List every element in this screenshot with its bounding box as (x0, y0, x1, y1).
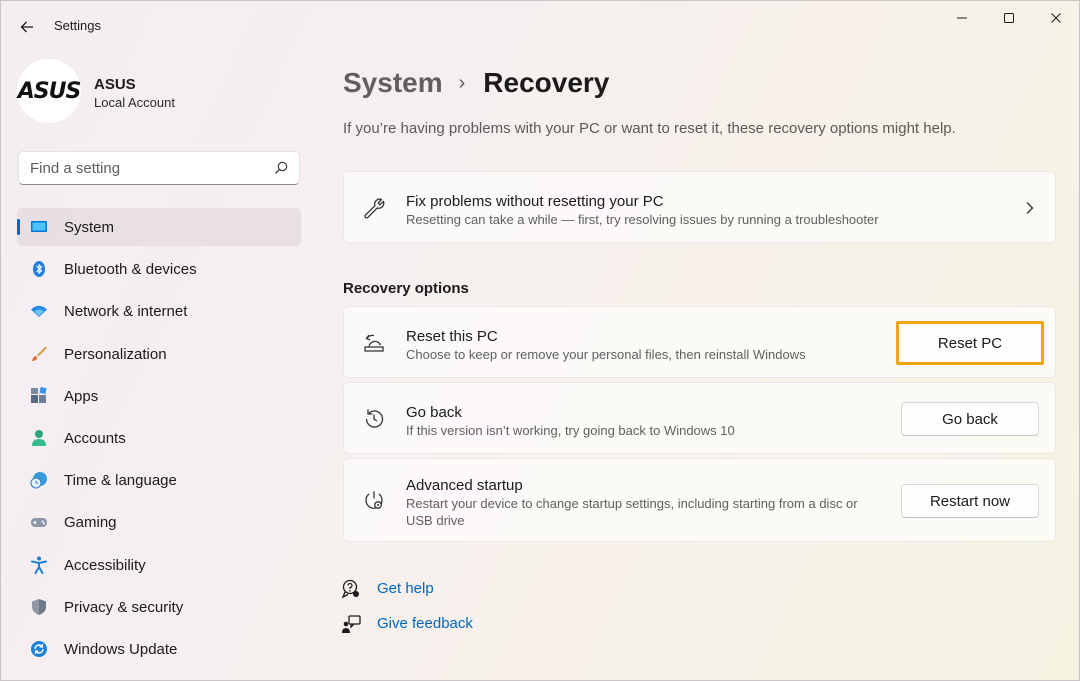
get-help-link[interactable]: Get help (341, 577, 481, 601)
accessibility-icon (31, 556, 47, 574)
sidebar-item-system[interactable]: System (17, 208, 301, 246)
sidebar-item-accounts[interactable]: Accounts (17, 419, 301, 457)
person-icon (32, 429, 46, 446)
brush-icon (32, 346, 47, 361)
recovery-options-heading: Recovery options (343, 280, 469, 297)
wifi-icon (31, 306, 47, 318)
clock-globe-icon (30, 472, 47, 489)
shield-icon (32, 598, 46, 615)
sidebar-item-network[interactable]: Network & internet (17, 292, 301, 330)
apps-icon (31, 386, 47, 403)
sidebar-item-label: Time & language (64, 472, 177, 490)
give-feedback-label: Give feedback (377, 615, 473, 632)
history-icon (365, 409, 384, 428)
get-help-label: Get help (377, 580, 434, 597)
page-title: Recovery (483, 67, 610, 98)
wrench-icon (364, 198, 385, 219)
restart-now-button[interactable]: Restart now (901, 484, 1039, 518)
bluetooth-icon (33, 261, 45, 278)
help-chat-icon (341, 579, 359, 599)
page-description: If you’re having problems with your PC o… (343, 120, 956, 137)
sidebar-item-label: Apps (64, 387, 99, 405)
arrow-left-icon (20, 21, 33, 33)
search-placeholder: Find a setting (30, 160, 121, 177)
fix-problems-title: Fix problems without resetting your PC (406, 193, 664, 210)
go-back-button[interactable]: Go back (901, 402, 1039, 436)
sidebar-item-bluetooth[interactable]: Bluetooth & devices (17, 250, 301, 288)
reset-pc-subtitle: Choose to keep or remove your personal f… (406, 347, 806, 362)
reset-pc-button[interactable]: Reset PC (896, 321, 1044, 365)
profile-account-type: Local Account (94, 95, 175, 110)
minimize-button[interactable] (939, 5, 985, 31)
sidebar-item-label: Personalization (64, 345, 167, 363)
go-back-title: Go back (406, 404, 462, 421)
sidebar-item-label: Windows Update (64, 640, 178, 658)
back-button[interactable] (13, 13, 41, 41)
sidebar-item-label: Accounts (64, 429, 126, 447)
sidebar-item-time-language[interactable]: Time & language (17, 461, 301, 499)
avatar: ASUS (17, 59, 81, 123)
sidebar-item-gaming[interactable]: Gaming (17, 503, 301, 541)
minimize-icon (957, 17, 967, 19)
sidebar-item-label: System (64, 219, 115, 236)
app-title: Settings (54, 18, 101, 33)
sidebar-item-privacy[interactable]: Privacy & security (17, 588, 301, 626)
search-icon (275, 161, 288, 174)
settings-window: Settings ASUS ASUS Local Account Find a … (0, 0, 1080, 681)
sidebar-item-label: Bluetooth & devices (64, 261, 197, 279)
gamepad-icon (31, 518, 47, 528)
maximize-icon (1004, 13, 1014, 23)
title-bar: Settings (1, 1, 1080, 51)
sidebar-item-label: Privacy & security (64, 598, 184, 616)
sidebar-item-label: Accessibility (64, 556, 146, 574)
sidebar-item-accessibility[interactable]: Accessibility (17, 546, 301, 584)
sidebar-item-windows-update[interactable]: Windows Update (17, 630, 301, 668)
breadcrumb: System › Recovery (343, 63, 609, 103)
sidebar-item-personalization[interactable]: Personalization (17, 335, 301, 373)
system-icon (31, 221, 47, 232)
sidebar-item-apps[interactable]: Apps (17, 377, 301, 415)
sidebar-item-label: Gaming (64, 514, 117, 532)
advanced-startup-title: Advanced startup (406, 477, 523, 494)
chevron-right-icon (1026, 202, 1034, 214)
fix-problems-subtitle: Resetting can take a while — first, try … (406, 212, 879, 227)
asus-logo: ASUS (17, 78, 82, 104)
sync-icon (31, 640, 47, 657)
give-feedback-link[interactable]: Give feedback (341, 612, 501, 636)
reset-pc-title: Reset this PC (406, 328, 498, 345)
feedback-icon (342, 615, 361, 633)
maximize-button[interactable] (986, 5, 1032, 31)
reset-pc-icon (364, 334, 384, 352)
fix-problems-card[interactable]: Fix problems without resetting your PC R… (343, 171, 1056, 243)
search-input[interactable]: Find a setting (18, 151, 300, 185)
close-button[interactable] (1033, 5, 1079, 31)
go-back-subtitle: If this version isn’t working, try going… (406, 423, 735, 438)
breadcrumb-separator: › (458, 71, 466, 94)
sidebar-nav: System Bluetooth & devices Network & int… (17, 208, 301, 672)
close-icon (1051, 13, 1061, 23)
sidebar-item-label: Network & internet (64, 303, 188, 321)
advanced-startup-icon (365, 491, 383, 509)
profile-name: ASUS (94, 76, 136, 93)
advanced-startup-subtitle: Restart your device to change startup se… (406, 496, 858, 528)
breadcrumb-parent[interactable]: System (343, 67, 443, 99)
